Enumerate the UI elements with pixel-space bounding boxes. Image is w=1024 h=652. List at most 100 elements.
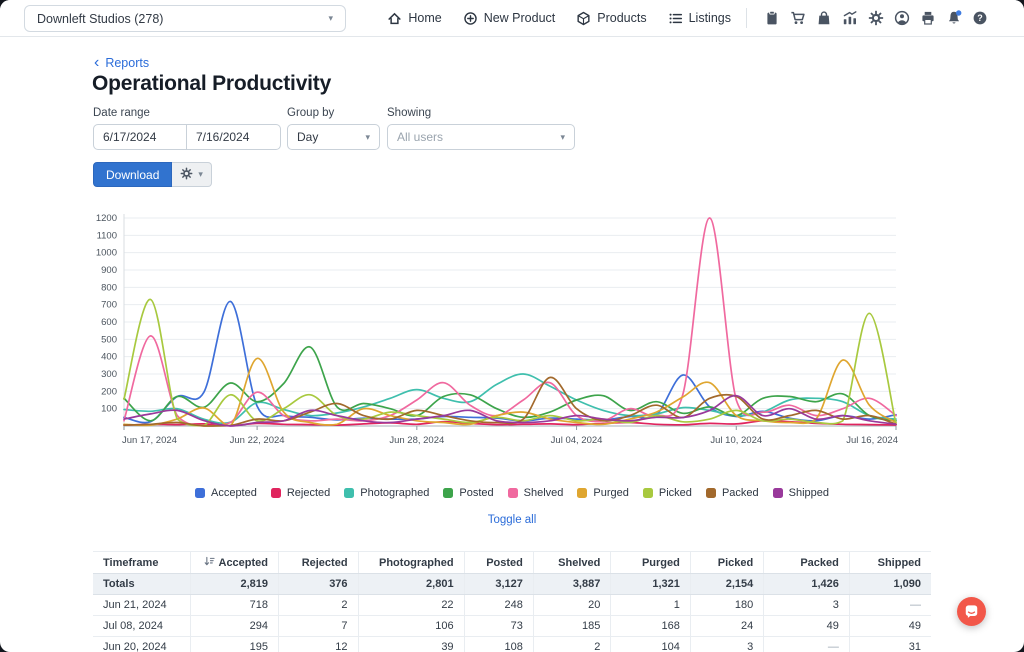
printer-button[interactable] xyxy=(918,8,938,28)
legend-item-picked[interactable]: Picked xyxy=(643,487,692,499)
totals-cell: 3,887 xyxy=(533,574,610,595)
table-header-row: TimeframeAcceptedRejectedPhotographedPos… xyxy=(93,552,931,574)
column-header-picked[interactable]: Picked xyxy=(690,552,763,574)
legend-item-purged[interactable]: Purged xyxy=(577,487,628,499)
value-cell: 2 xyxy=(279,595,359,616)
value-cell: 718 xyxy=(191,595,279,616)
value-cell: 7 xyxy=(279,616,359,637)
legend-item-shipped[interactable]: Shipped xyxy=(773,487,829,499)
x-axis-tick-label: Jun 22, 2024 xyxy=(230,435,285,446)
gear-button[interactable] xyxy=(866,8,886,28)
legend-swatch xyxy=(344,488,354,498)
value-cell: 12 xyxy=(279,637,359,652)
timeframe-cell: Jul 08, 2024 xyxy=(93,616,191,637)
app-window: Downleft Studios (278) ▾ Home New Product… xyxy=(0,0,1024,652)
date-end-input[interactable] xyxy=(187,124,281,150)
nav-link-label: Listings xyxy=(689,11,731,25)
download-button[interactable]: Download xyxy=(93,162,172,187)
gear-icon xyxy=(180,167,193,183)
nav-link-listings[interactable]: Listings xyxy=(668,11,731,26)
account-select[interactable]: Downleft Studios (278) ▾ xyxy=(24,5,346,32)
legend-label: Picked xyxy=(659,487,692,499)
table-row: Jun 20, 2024195123910821043—31 xyxy=(93,637,931,652)
column-header-shelved[interactable]: Shelved xyxy=(533,552,610,574)
date-start-input[interactable] xyxy=(93,124,187,150)
plus-circle-icon xyxy=(463,11,478,26)
totals-row: Totals2,8193762,8013,1273,8871,3212,1541… xyxy=(93,574,931,595)
user-button[interactable] xyxy=(892,8,912,28)
cart-icon xyxy=(790,10,806,26)
column-header-rejected[interactable]: Rejected xyxy=(279,552,359,574)
account-select-value: Downleft Studios (278) xyxy=(37,12,163,26)
top-nav: Home New Product Products Listings ? xyxy=(387,0,990,36)
group-by-label: Group by xyxy=(287,107,334,119)
nav-link-home[interactable]: Home xyxy=(387,11,441,26)
bell-button[interactable] xyxy=(944,8,964,28)
legend-label: Posted xyxy=(459,487,493,499)
help-button[interactable]: ? xyxy=(970,8,990,28)
y-axis-tick-label: 900 xyxy=(101,265,117,276)
totals-cell: 376 xyxy=(279,574,359,595)
cart-button[interactable] xyxy=(788,8,808,28)
toolbar-icons: ? xyxy=(762,8,990,28)
legend-item-accepted[interactable]: Accepted xyxy=(195,487,257,499)
legend-swatch xyxy=(271,488,281,498)
legend-label: Purged xyxy=(593,487,628,499)
analytics-icon xyxy=(842,10,858,26)
breadcrumb[interactable]: ‹ Reports xyxy=(94,56,149,70)
legend-swatch xyxy=(643,488,653,498)
y-axis-tick-label: 200 xyxy=(101,386,117,397)
y-axis-tick-label: 700 xyxy=(101,300,117,311)
download-options-button[interactable]: ▾ xyxy=(172,162,212,187)
totals-cell: 2,801 xyxy=(358,574,464,595)
legend-item-rejected[interactable]: Rejected xyxy=(271,487,330,499)
toggle-all-link[interactable]: Toggle all xyxy=(488,514,537,526)
column-header-purged[interactable]: Purged xyxy=(611,552,691,574)
column-header-packed[interactable]: Packed xyxy=(764,552,850,574)
legend-item-photographed[interactable]: Photographed xyxy=(344,487,429,499)
chevron-down-icon: ▾ xyxy=(560,133,565,142)
showing-select[interactable]: All users ▾ xyxy=(387,124,575,150)
toggle-row: Toggle all xyxy=(0,510,1024,528)
chevron-left-icon: ‹ xyxy=(94,58,99,68)
column-header-photographed[interactable]: Photographed xyxy=(358,552,464,574)
totals-cell: 3,127 xyxy=(464,574,533,595)
legend-swatch xyxy=(773,488,783,498)
y-axis-tick-label: 800 xyxy=(101,282,117,293)
value-cell: 195 xyxy=(191,637,279,652)
bell-icon xyxy=(946,10,962,26)
legend-item-shelved[interactable]: Shelved xyxy=(508,487,564,499)
value-cell: 49 xyxy=(764,616,850,637)
x-axis-tick-label: Jul 10, 2024 xyxy=(710,435,762,446)
legend-label: Shelved xyxy=(524,487,564,499)
legend-label: Packed xyxy=(722,487,759,499)
value-cell: 1 xyxy=(611,595,691,616)
nav-link-products[interactable]: Products xyxy=(576,11,646,26)
legend-label: Accepted xyxy=(211,487,257,499)
clipboard-button[interactable] xyxy=(762,8,782,28)
column-header-shipped[interactable]: Shipped xyxy=(849,552,931,574)
y-axis-tick-label: 1100 xyxy=(97,230,117,241)
legend-item-posted[interactable]: Posted xyxy=(443,487,493,499)
column-header-posted[interactable]: Posted xyxy=(464,552,533,574)
nav-link-new-product[interactable]: New Product xyxy=(463,11,556,26)
date-range-group xyxy=(93,124,281,150)
value-cell: 22 xyxy=(358,595,464,616)
legend-item-packed[interactable]: Packed xyxy=(706,487,759,499)
totals-label: Totals xyxy=(93,574,191,595)
productivity-line-chart: 100200300400500600700800900100011001200J… xyxy=(88,208,918,452)
analytics-button[interactable] xyxy=(840,8,860,28)
column-header-accepted[interactable]: Accepted xyxy=(191,552,279,574)
nav-divider xyxy=(746,8,747,28)
column-header-timeframe[interactable]: Timeframe xyxy=(93,552,191,574)
chat-launcher-button[interactable] xyxy=(957,597,986,626)
chevron-down-icon: ▾ xyxy=(328,14,333,23)
value-cell: 3 xyxy=(764,595,850,616)
bag-button[interactable] xyxy=(814,8,834,28)
value-cell: 24 xyxy=(690,616,763,637)
value-cell: 31 xyxy=(849,637,931,652)
value-cell: 49 xyxy=(849,616,931,637)
table-row: Jun 21, 20247182222482011803— xyxy=(93,595,931,616)
group-by-select[interactable]: Day ▾ xyxy=(287,124,380,150)
y-axis-tick-label: 300 xyxy=(101,369,117,380)
